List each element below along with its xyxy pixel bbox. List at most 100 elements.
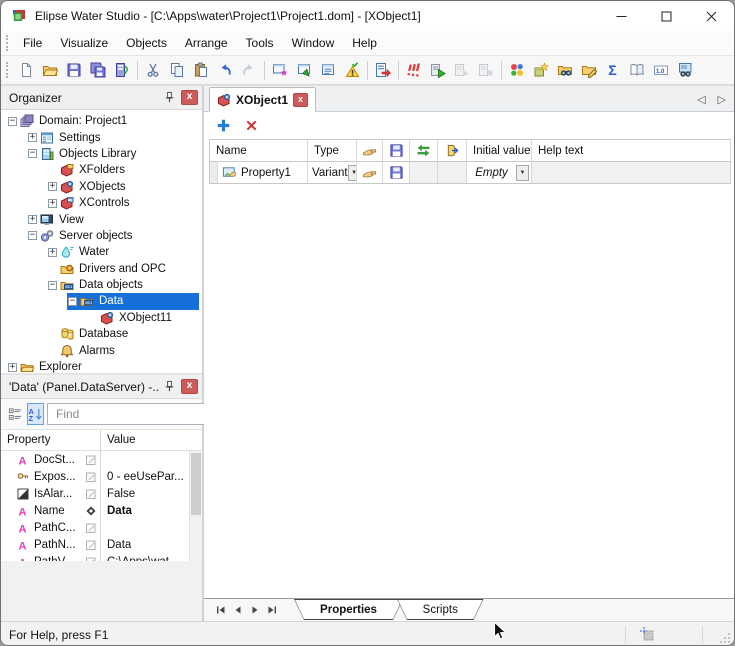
find-input[interactable] (54, 406, 213, 422)
tree-item-xobjects[interactable]: +XObjects (1, 179, 202, 195)
export-database-button[interactable] (110, 59, 134, 82)
redo-button[interactable] (237, 59, 261, 82)
edit-marker-icon[interactable] (83, 488, 98, 500)
maximize-button[interactable] (644, 1, 689, 31)
menubar-gripper[interactable] (6, 35, 9, 51)
alphabetical-sort-button[interactable]: AZ (27, 403, 44, 425)
decimal-places-button[interactable]: 1.0 (649, 59, 673, 82)
paste-button[interactable] (189, 59, 213, 82)
export-toggle-cell[interactable] (438, 162, 467, 183)
scrollbar-thumb[interactable] (191, 453, 201, 515)
property-row-pathc[interactable]: APathC... (1, 519, 202, 536)
screen-wizard-button[interactable] (268, 59, 292, 82)
property-value[interactable]: False (100, 485, 202, 502)
expand-icon[interactable]: + (28, 215, 37, 224)
expand-icon[interactable]: + (48, 199, 57, 208)
expand-icon[interactable]: + (28, 133, 37, 142)
row-selector[interactable] (210, 162, 218, 183)
search-folder-button[interactable] (553, 59, 577, 82)
organizer-close-icon[interactable]: x (181, 90, 198, 105)
property-name-cell[interactable]: Property1 (210, 162, 308, 183)
stop-application-button[interactable] (474, 59, 498, 82)
tree-item-view[interactable]: +View (1, 211, 202, 227)
edit-marker-icon[interactable] (83, 556, 98, 562)
bottom-tab-properties[interactable]: Properties (294, 599, 403, 620)
reports-button[interactable] (316, 59, 340, 82)
toolbar-gripper[interactable] (6, 62, 9, 78)
property-value[interactable] (100, 519, 202, 536)
tree-item-server-objects[interactable]: −Server objects (1, 228, 202, 244)
bottom-tab-scripts[interactable]: Scripts (397, 599, 484, 620)
next-sheet-icon[interactable] (246, 602, 263, 618)
collapse-icon[interactable]: − (68, 297, 77, 306)
chevron-down-icon[interactable]: ▼ (516, 165, 529, 181)
tab-close-icon[interactable]: x (293, 93, 308, 107)
cut-button[interactable] (141, 59, 165, 82)
property-grid-scrollbar[interactable] (189, 451, 202, 561)
categorized-view-button[interactable] (7, 403, 24, 425)
property-value[interactable]: Data (100, 536, 202, 553)
tree-item-xcontrols[interactable]: +XControls (1, 195, 202, 211)
run-application-button[interactable] (426, 59, 450, 82)
verify-domain-button[interactable] (340, 59, 364, 82)
properties-close-icon[interactable]: x (181, 379, 198, 394)
sync-toggle-cell[interactable] (410, 162, 438, 183)
last-sheet-icon[interactable] (263, 602, 280, 618)
save-all-button[interactable] (86, 59, 110, 82)
new-xobject-button[interactable] (529, 59, 553, 82)
stop-tasks-button[interactable] (402, 59, 426, 82)
property-value[interactable]: 0 - eeUsePar... (100, 468, 202, 485)
menu-file[interactable]: File (14, 33, 51, 53)
organize-folder-button[interactable] (577, 59, 601, 82)
edit-marker-icon[interactable] (83, 522, 98, 534)
collapse-icon[interactable]: − (28, 231, 37, 240)
expand-icon[interactable]: + (48, 182, 57, 191)
save-button[interactable] (62, 59, 86, 82)
edit-marker-icon[interactable] (83, 539, 98, 551)
property-value[interactable]: C:\Apps\wat (100, 553, 202, 561)
tab-scroll-right-icon[interactable]: ▷ (718, 93, 726, 106)
initial-value-dropdown[interactable]: Empty▼ (467, 162, 532, 183)
sum-expression-button[interactable]: Σ (601, 59, 625, 82)
tree-item-domain-project1[interactable]: −Domain: Project1 (1, 113, 202, 129)
help-text-cell[interactable] (532, 162, 731, 183)
copy-button[interactable] (165, 59, 189, 82)
collapse-icon[interactable]: − (48, 281, 57, 290)
first-sheet-icon[interactable] (212, 602, 229, 618)
menu-arrange[interactable]: Arrange (176, 33, 237, 53)
gallery-button[interactable] (505, 59, 529, 82)
properties-pin-icon[interactable] (160, 378, 178, 396)
import-screen-button[interactable] (292, 59, 316, 82)
hand-toggle-cell[interactable] (357, 162, 383, 183)
add-property-icon[interactable] (216, 118, 231, 133)
execute-application-button[interactable] (371, 59, 395, 82)
tree-item-data[interactable]: −011Data (1, 293, 202, 309)
tree-item-drivers-and-opc[interactable]: Drivers and OPC (1, 261, 202, 277)
pause-application-button[interactable] (450, 59, 474, 82)
menu-visualize[interactable]: Visualize (51, 33, 117, 53)
library-button[interactable] (625, 59, 649, 82)
edit-marker-icon[interactable] (83, 454, 98, 466)
delete-property-icon[interactable] (244, 118, 259, 133)
menu-tools[interactable]: Tools (237, 33, 283, 53)
property-row-name[interactable]: ANameData (1, 502, 202, 519)
collapse-icon[interactable]: − (8, 117, 17, 126)
type-dropdown[interactable]: Variant▼ (308, 162, 357, 183)
tree-item-database[interactable]: Database (1, 326, 202, 342)
property-value[interactable]: Data (100, 502, 202, 519)
tree-item-water[interactable]: +Water (1, 244, 202, 260)
tree-item-settings[interactable]: +Settings (1, 129, 202, 145)
menu-window[interactable]: Window (283, 33, 344, 53)
resize-grip[interactable] (719, 632, 731, 644)
menu-objects[interactable]: Objects (117, 33, 176, 53)
menu-help[interactable]: Help (343, 33, 386, 53)
property-row-pathv[interactable]: APathV...C:\Apps\wat (1, 553, 202, 561)
collapse-icon[interactable]: − (28, 149, 37, 158)
minimize-button[interactable] (599, 1, 644, 31)
new-button[interactable] (14, 59, 38, 82)
edit-marker-icon[interactable] (83, 471, 98, 483)
tab-scroll-left-icon[interactable]: ◁ (697, 93, 705, 106)
expand-icon[interactable]: + (8, 363, 17, 372)
organizer-pin-icon[interactable] (160, 89, 178, 107)
chevron-down-icon[interactable]: ▼ (348, 165, 357, 181)
